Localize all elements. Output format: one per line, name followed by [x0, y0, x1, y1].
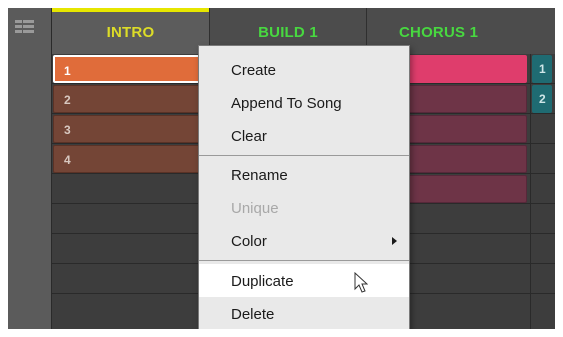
- next-scene-clip-1[interactable]: 1: [532, 55, 552, 83]
- clip-label: 1: [64, 64, 71, 78]
- clip-label: 2: [539, 92, 546, 106]
- menu-separator: [199, 155, 409, 156]
- intro-clip-4[interactable]: 4: [53, 145, 201, 173]
- menu-item-label: Color: [231, 233, 267, 250]
- submenu-arrow-icon: [392, 237, 397, 245]
- menu-item-delete[interactable]: Delete: [199, 297, 409, 329]
- intro-clip-1[interactable]: 1: [53, 55, 201, 83]
- scene-label: INTRO: [106, 24, 155, 41]
- menu-item-unique: Unique: [231, 200, 279, 217]
- menu-item-rename[interactable]: Rename: [199, 158, 409, 191]
- clip-label: 1: [539, 62, 546, 76]
- scene-label: BUILD 1: [258, 24, 318, 41]
- menu-item-duplicate[interactable]: Duplicate: [199, 264, 409, 297]
- scene-intro[interactable]: INTRO: [52, 8, 210, 54]
- scene-label: CHORUS 1: [399, 24, 479, 41]
- menu-separator: [199, 260, 409, 261]
- intro-clip-2[interactable]: 2: [53, 85, 201, 113]
- menu-item-create[interactable]: Create: [199, 53, 409, 86]
- clip-label: 2: [64, 93, 71, 107]
- intro-clip-3[interactable]: 3: [53, 115, 201, 143]
- clip-label: 3: [64, 123, 71, 137]
- menu-item-append-to-song[interactable]: Append To Song: [199, 86, 409, 119]
- next-scene-clip-2[interactable]: 2: [532, 85, 552, 113]
- scene-context-menu: Create Append To Song Clear Rename Uniqu…: [198, 45, 410, 329]
- mouse-pointer-icon: [354, 272, 368, 293]
- clip-label: 4: [64, 153, 71, 167]
- grid-view-icon[interactable]: [15, 20, 34, 34]
- menu-item-color[interactable]: Color: [199, 224, 409, 257]
- ideas-view: INTRO BUILD 1 CHORUS 1 1 2 3 4 1 2 Creat…: [8, 8, 555, 329]
- left-toolbar: [8, 8, 52, 329]
- column-divider: [530, 54, 531, 329]
- scene-selected-indicator: [52, 8, 209, 12]
- menu-item-clear[interactable]: Clear: [199, 119, 409, 152]
